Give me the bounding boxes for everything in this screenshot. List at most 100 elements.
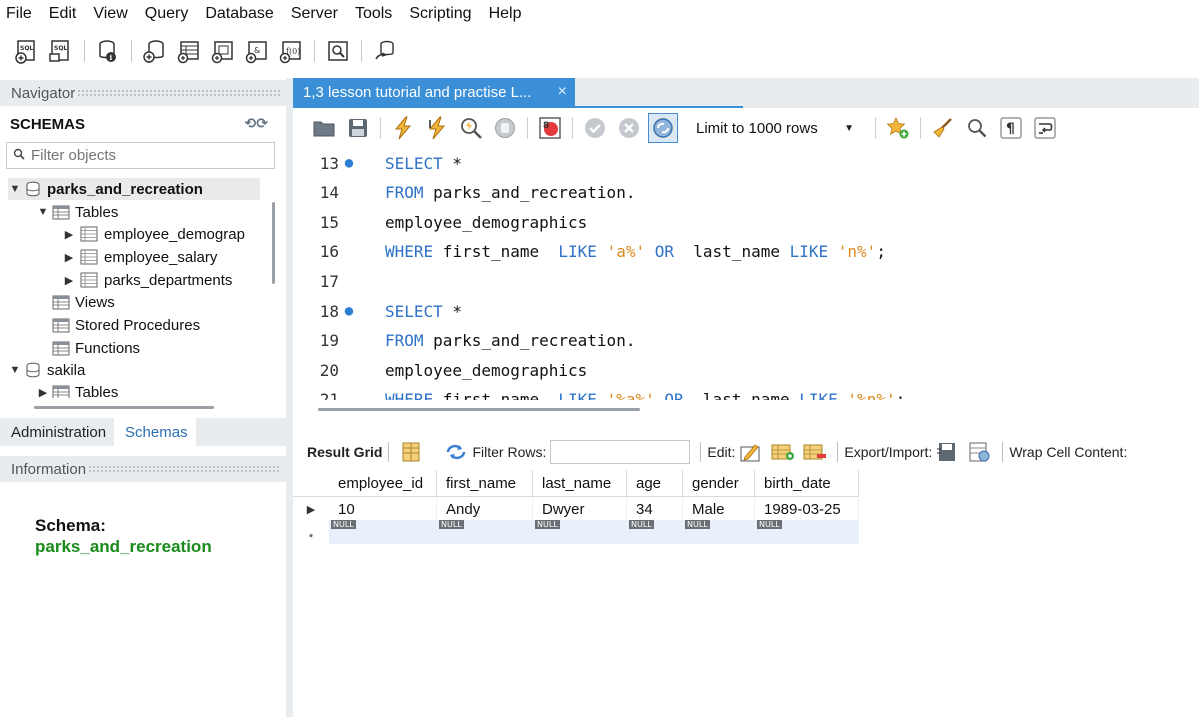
- column-header-first-name[interactable]: first_name: [437, 470, 533, 497]
- expanded-arrow-icon[interactable]: ▼: [8, 183, 22, 195]
- reconnect-button[interactable]: [370, 36, 400, 66]
- tree-item-employee-salary[interactable]: ▶ employee_salary: [62, 246, 218, 268]
- code-line[interactable]: 18 ● SELECT *: [293, 296, 1199, 326]
- code-line[interactable]: 21 WHERE first_name LIKE '%a%' OR last_na…: [293, 385, 1199, 400]
- create-view-button[interactable]: [208, 36, 238, 66]
- tree-vertical-scrollbar[interactable]: [272, 202, 275, 284]
- cell[interactable]: Dwyer: [533, 498, 627, 520]
- open-sql-script-button[interactable]: SQL: [46, 36, 76, 66]
- commit-button[interactable]: [580, 113, 610, 143]
- column-header-last-name[interactable]: last_name: [533, 470, 627, 497]
- refresh-rows-icon[interactable]: [443, 441, 469, 463]
- code-line[interactable]: 16 WHERE first_name LIKE 'a%' OR last_nam…: [293, 237, 1199, 267]
- functions-folder-icon: [52, 341, 70, 355]
- close-icon[interactable]: ×: [558, 83, 567, 101]
- tree-item-sakila[interactable]: ▼ sakila: [8, 359, 86, 381]
- tree-item-views[interactable]: Views: [50, 291, 115, 313]
- collapsed-arrow-icon[interactable]: ▶: [36, 386, 50, 399]
- toggle-invisible-chars-button[interactable]: ¶: [996, 113, 1026, 143]
- database-icon: [26, 362, 40, 378]
- collapsed-arrow-icon[interactable]: ▶: [62, 274, 76, 287]
- insert-row-icon[interactable]: [770, 441, 796, 463]
- refresh-icon[interactable]: ⟲⟳: [245, 115, 268, 132]
- filter-objects-input[interactable]: [31, 147, 261, 164]
- tree-item-parks-departments[interactable]: ▶ parks_departments: [62, 269, 233, 291]
- menu-scripting[interactable]: Scripting: [404, 5, 483, 23]
- beautify-button[interactable]: [928, 113, 958, 143]
- menu-help[interactable]: Help: [484, 5, 534, 23]
- menu-edit[interactable]: Edit: [44, 5, 89, 23]
- create-function-button[interactable]: f(0): [276, 36, 306, 66]
- menu-database[interactable]: Database: [200, 5, 286, 23]
- stop-on-error-icon: 8: [539, 117, 561, 139]
- column-header-birth-date[interactable]: birth_date: [755, 470, 859, 497]
- cell[interactable]: Male: [683, 498, 755, 520]
- tree-item-functions[interactable]: Functions: [50, 337, 140, 359]
- open-script-button[interactable]: [309, 113, 339, 143]
- menu-file[interactable]: File: [0, 5, 44, 23]
- expanded-arrow-icon[interactable]: ▼: [36, 206, 50, 218]
- code-line[interactable]: 17: [293, 266, 1199, 296]
- cell[interactable]: Andy: [437, 498, 533, 520]
- column-header-employee-id[interactable]: employee_id: [329, 470, 437, 497]
- cell[interactable]: 10: [329, 498, 437, 520]
- toggle-word-wrap-button[interactable]: [1030, 113, 1060, 143]
- menu-query[interactable]: Query: [140, 5, 201, 23]
- collapsed-arrow-icon[interactable]: ▶: [62, 251, 76, 264]
- cell[interactable]: 34: [627, 498, 683, 520]
- filter-rows-input[interactable]: [550, 440, 691, 464]
- code-line[interactable]: 13 ● SELECT *: [293, 148, 1199, 178]
- form-editor-icon[interactable]: [398, 441, 424, 463]
- toggle-autocommit-button[interactable]: [648, 113, 678, 143]
- sql-code-editor[interactable]: 13 ● SELECT * 14 FROM parks_and_recreation. 1…: [293, 148, 1199, 400]
- create-procedure-button[interactable]: &: [242, 36, 272, 66]
- menu-tools[interactable]: Tools: [350, 5, 404, 23]
- editor-horizontal-scrollbar[interactable]: [318, 408, 640, 411]
- code-line[interactable]: 19 FROM parks_and_recreation.: [293, 326, 1199, 356]
- inspector-button[interactable]: i: [93, 36, 123, 66]
- stop-button[interactable]: [490, 113, 520, 143]
- code-line[interactable]: 15 employee_demographics: [293, 207, 1199, 237]
- export-icon[interactable]: [935, 441, 961, 463]
- tree-horizontal-scrollbar[interactable]: [34, 406, 214, 409]
- column-header-age[interactable]: age: [627, 470, 683, 497]
- find-replace-button[interactable]: [962, 113, 992, 143]
- menu-server[interactable]: Server: [286, 5, 350, 23]
- tab-administration[interactable]: Administration: [0, 418, 115, 446]
- result-grid-tab[interactable]: Result Grid: [307, 444, 382, 460]
- explain-button[interactable]: [456, 113, 486, 143]
- code-line[interactable]: 14 FROM parks_and_recreation.: [293, 178, 1199, 208]
- menu-view[interactable]: View: [88, 5, 139, 23]
- import-icon[interactable]: [967, 441, 993, 463]
- save-script-button[interactable]: [343, 113, 373, 143]
- new-row[interactable]: * NULL NULL NULL NULL NULL NULL: [293, 520, 859, 544]
- execute-current-button[interactable]: [422, 113, 452, 143]
- expanded-arrow-icon[interactable]: ▼: [8, 364, 22, 376]
- delete-row-icon[interactable]: [802, 441, 828, 463]
- edit-cell-icon[interactable]: [738, 441, 764, 463]
- toggle-stop-on-error-button[interactable]: 8: [535, 113, 565, 143]
- execute-button[interactable]: [388, 113, 418, 143]
- tree-item-sakila-tables[interactable]: ▶ Tables: [36, 381, 118, 398]
- search-table-data-button[interactable]: [323, 36, 353, 66]
- create-schema-button[interactable]: [140, 36, 170, 66]
- new-sql-file-icon: SQL: [15, 40, 35, 64]
- cell[interactable]: 1989-03-25: [755, 498, 859, 520]
- tree-item-employee-demographics[interactable]: ▶ employee_demograp: [62, 223, 245, 245]
- limit-rows-select[interactable]: Limit to 1000 rows ▼: [688, 115, 862, 141]
- table-row[interactable]: ▶ 10 Andy Dwyer 34 Male 1989-03-25: [293, 498, 859, 520]
- collapsed-arrow-icon[interactable]: ▶: [62, 228, 76, 241]
- new-sql-tab-button[interactable]: SQL: [12, 36, 42, 66]
- query-tab[interactable]: 1,3 lesson tutorial and practise L... ×: [293, 78, 575, 107]
- tab-schemas[interactable]: Schemas: [114, 418, 196, 446]
- create-table-button[interactable]: [174, 36, 204, 66]
- column-header-gender[interactable]: gender: [683, 470, 755, 497]
- code-line[interactable]: 20 employee_demographics: [293, 355, 1199, 385]
- sql-keyword: SELECT: [385, 301, 443, 321]
- tree-item-stored-procedures[interactable]: Stored Procedures: [50, 314, 200, 336]
- panel-divider[interactable]: [286, 78, 293, 717]
- tree-item-tables[interactable]: ▼ Tables: [36, 201, 119, 223]
- tree-item-parks-and-recreation[interactable]: ▼ parks_and_recreation: [8, 178, 260, 200]
- rollback-button[interactable]: [614, 113, 644, 143]
- add-snippet-button[interactable]: [883, 113, 913, 143]
